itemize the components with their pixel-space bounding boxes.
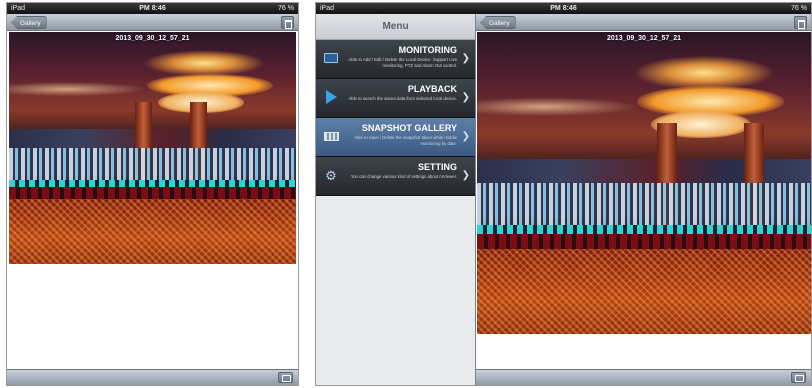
gear-icon: ⚙ [325, 168, 337, 183]
menu-item-description: Able to Save / Delete the snapshot taken… [354, 135, 457, 146]
menu-item-description: Able to Add / Edit / Delete the Local De… [348, 57, 457, 68]
menu-item-description: You can change various kind of settings … [350, 174, 457, 179]
menu-item-description: Able to search the saved data from selec… [348, 96, 457, 101]
film-icon [322, 129, 340, 145]
trash-icon[interactable] [794, 16, 807, 29]
side-menu: Menu MONITORING Able to Add / Edit / Del… [316, 14, 476, 385]
menu-item-title: MONITORING [398, 45, 457, 55]
status-bar: iPad PM 8:46 76 % [316, 3, 811, 14]
menu-item-playback[interactable]: PLAYBACK Able to search the saved data f… [316, 79, 475, 118]
chevron-right-icon: ❯ [461, 92, 470, 103]
snapshot-timestamp: 2013_09_30_12_57_21 [607, 35, 681, 42]
menu-item-setting[interactable]: ⚙ SETTING You can change various kind of… [316, 157, 475, 196]
gallery-back-button[interactable]: Gallery [480, 16, 516, 29]
status-bar: iPad PM 8:46 76 % [7, 3, 298, 14]
chevron-right-icon: ❯ [461, 53, 470, 64]
camera-icon[interactable] [791, 372, 806, 383]
clock: PM 8:46 [139, 5, 166, 12]
monitor-icon [322, 51, 340, 67]
nav-bar: Gallery [476, 14, 811, 31]
menu-item-snapshot-gallery[interactable]: SNAPSHOT GALLERY Able to Save / Delete t… [316, 118, 475, 157]
snapshot-timestamp: 2013_09_30_12_57_21 [115, 35, 190, 42]
menu-item-title: PLAYBACK [407, 84, 457, 94]
battery-indicator: 76 % [791, 5, 807, 12]
camera-icon[interactable] [278, 372, 293, 383]
trash-icon[interactable] [281, 16, 294, 29]
snapshot-image[interactable]: 2013_09_30_12_57_21 [9, 32, 296, 264]
left-screen: iPad PM 8:46 76 % Gallery 2013_09_30_12_… [6, 2, 299, 386]
play-icon [322, 90, 340, 106]
nav-bar: Gallery [7, 14, 298, 31]
bottom-toolbar [7, 369, 298, 385]
snapshot-image[interactable]: 2013_09_30_12_57_21 [477, 32, 811, 334]
gallery-back-button[interactable]: Gallery [11, 16, 47, 29]
chevron-right-icon: ❯ [461, 131, 470, 142]
menu-item-title: SETTING [417, 162, 457, 172]
menu-title: Menu [316, 14, 475, 40]
bottom-toolbar [476, 369, 811, 385]
clock: PM 8:46 [550, 5, 577, 12]
right-screen: iPad PM 8:46 76 % Menu MONITORING Able t… [315, 2, 812, 386]
menu-item-monitoring[interactable]: MONITORING Able to Add / Edit / Delete t… [316, 40, 475, 79]
chevron-right-icon: ❯ [461, 170, 470, 181]
menu-item-title: SNAPSHOT GALLERY [361, 123, 457, 133]
battery-indicator: 76 % [278, 5, 294, 12]
